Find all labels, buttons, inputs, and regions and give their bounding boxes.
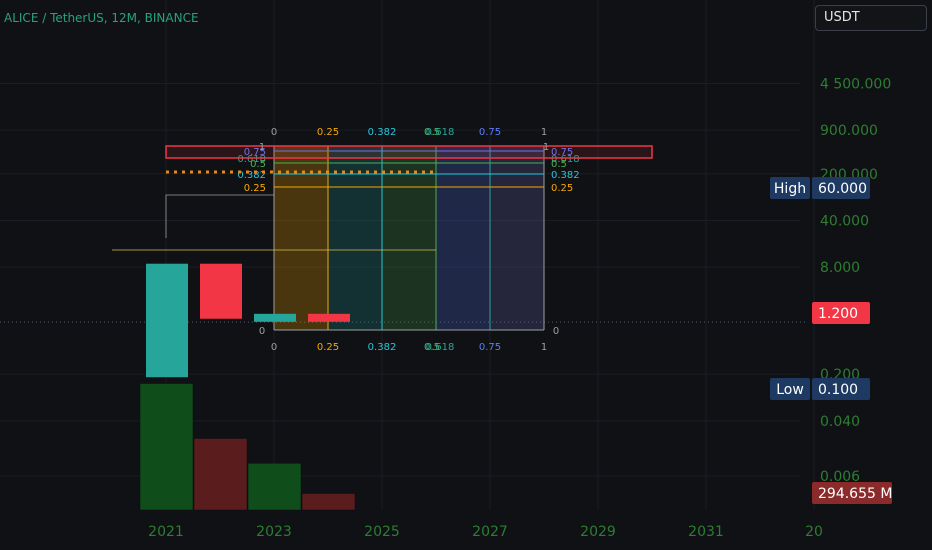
x-tick-label: 20	[805, 524, 823, 540]
fib-top-label: 0	[271, 127, 277, 138]
y-tick-label: 8.000	[820, 260, 860, 276]
price-tag-value: 0.100	[818, 382, 858, 398]
x-tick-label: 2029	[580, 524, 616, 540]
fib-zero-left: 0	[259, 326, 265, 337]
candle-body	[200, 263, 242, 319]
time-axis[interactable]: 2021 2023 2025 2027 2029 2031 20	[148, 524, 823, 540]
price-tag-value: 60.000	[818, 181, 867, 197]
candle-body	[254, 313, 296, 322]
price-tag-value: 294.655 M	[818, 486, 892, 502]
fib-bottom-label: 0.382	[368, 342, 397, 353]
symbol-title: ALICE / TetherUS, 12M, BINANCE	[4, 11, 199, 25]
x-tick-label: 2027	[472, 524, 508, 540]
fib-bottom-label: 0.618	[426, 342, 455, 353]
x-tick-label: 2025	[364, 524, 400, 540]
fib-side-label-right: 0.382	[551, 170, 580, 181]
highlight-rect[interactable]	[165, 145, 653, 159]
connector-line	[165, 194, 274, 238]
x-tick-label: 2023	[256, 524, 292, 540]
price-tag-name: Low	[776, 382, 804, 398]
volume-bars	[139, 383, 356, 511]
fib-one-right: 1	[543, 142, 549, 153]
y-tick-label: 0.040	[820, 414, 860, 430]
y-tick-label: 40.000	[820, 213, 869, 229]
fib-side-label-right: 0.25	[551, 183, 573, 194]
fib-side-label-left: 0.382	[237, 170, 266, 181]
volume-bar	[139, 383, 194, 511]
candle-body	[308, 313, 350, 322]
price-chart[interactable]: 0.750.750.6180.6180.50.50.3820.3820.250.…	[0, 0, 932, 550]
volume-bar	[247, 463, 302, 511]
fib-side-label-left: 0.5	[250, 159, 266, 170]
fib-top-label: 1	[541, 127, 547, 138]
fib-bottom-label: 0	[271, 342, 277, 353]
fib-side-label-left: 0.25	[244, 183, 266, 194]
y-tick-label: 900.000	[820, 123, 878, 139]
price-tag-value: 1.200	[818, 306, 858, 322]
fib-bottom-label: 1	[541, 342, 547, 353]
x-tick-label: 2031	[688, 524, 724, 540]
fib-top-label: 0.382	[368, 127, 397, 138]
price-axis[interactable]: 4 500.000900.000200.00040.0008.0000.2000…	[820, 76, 891, 484]
x-tick-label: 2021	[148, 524, 184, 540]
volume-bar	[301, 493, 356, 511]
fib-top-label: 0.618	[426, 127, 455, 138]
fib-bottom-label: 0.75	[479, 342, 501, 353]
fib-side-label-right: 0.5	[551, 159, 567, 170]
fibonacci-box[interactable]: 0.750.750.6180.6180.50.50.3820.3820.250.…	[112, 127, 653, 353]
price-tag-name: High	[774, 181, 806, 197]
candle-body	[146, 263, 188, 378]
fib-zero-right: 0	[553, 326, 559, 337]
fib-top-label: 0.75	[479, 127, 501, 138]
fib-one-left: 1	[259, 142, 265, 153]
fib-bottom-label: 0.25	[317, 342, 339, 353]
volume-bar	[193, 438, 248, 511]
y-tick-label: 4 500.000	[820, 76, 891, 92]
fib-top-label: 0.25	[317, 127, 339, 138]
